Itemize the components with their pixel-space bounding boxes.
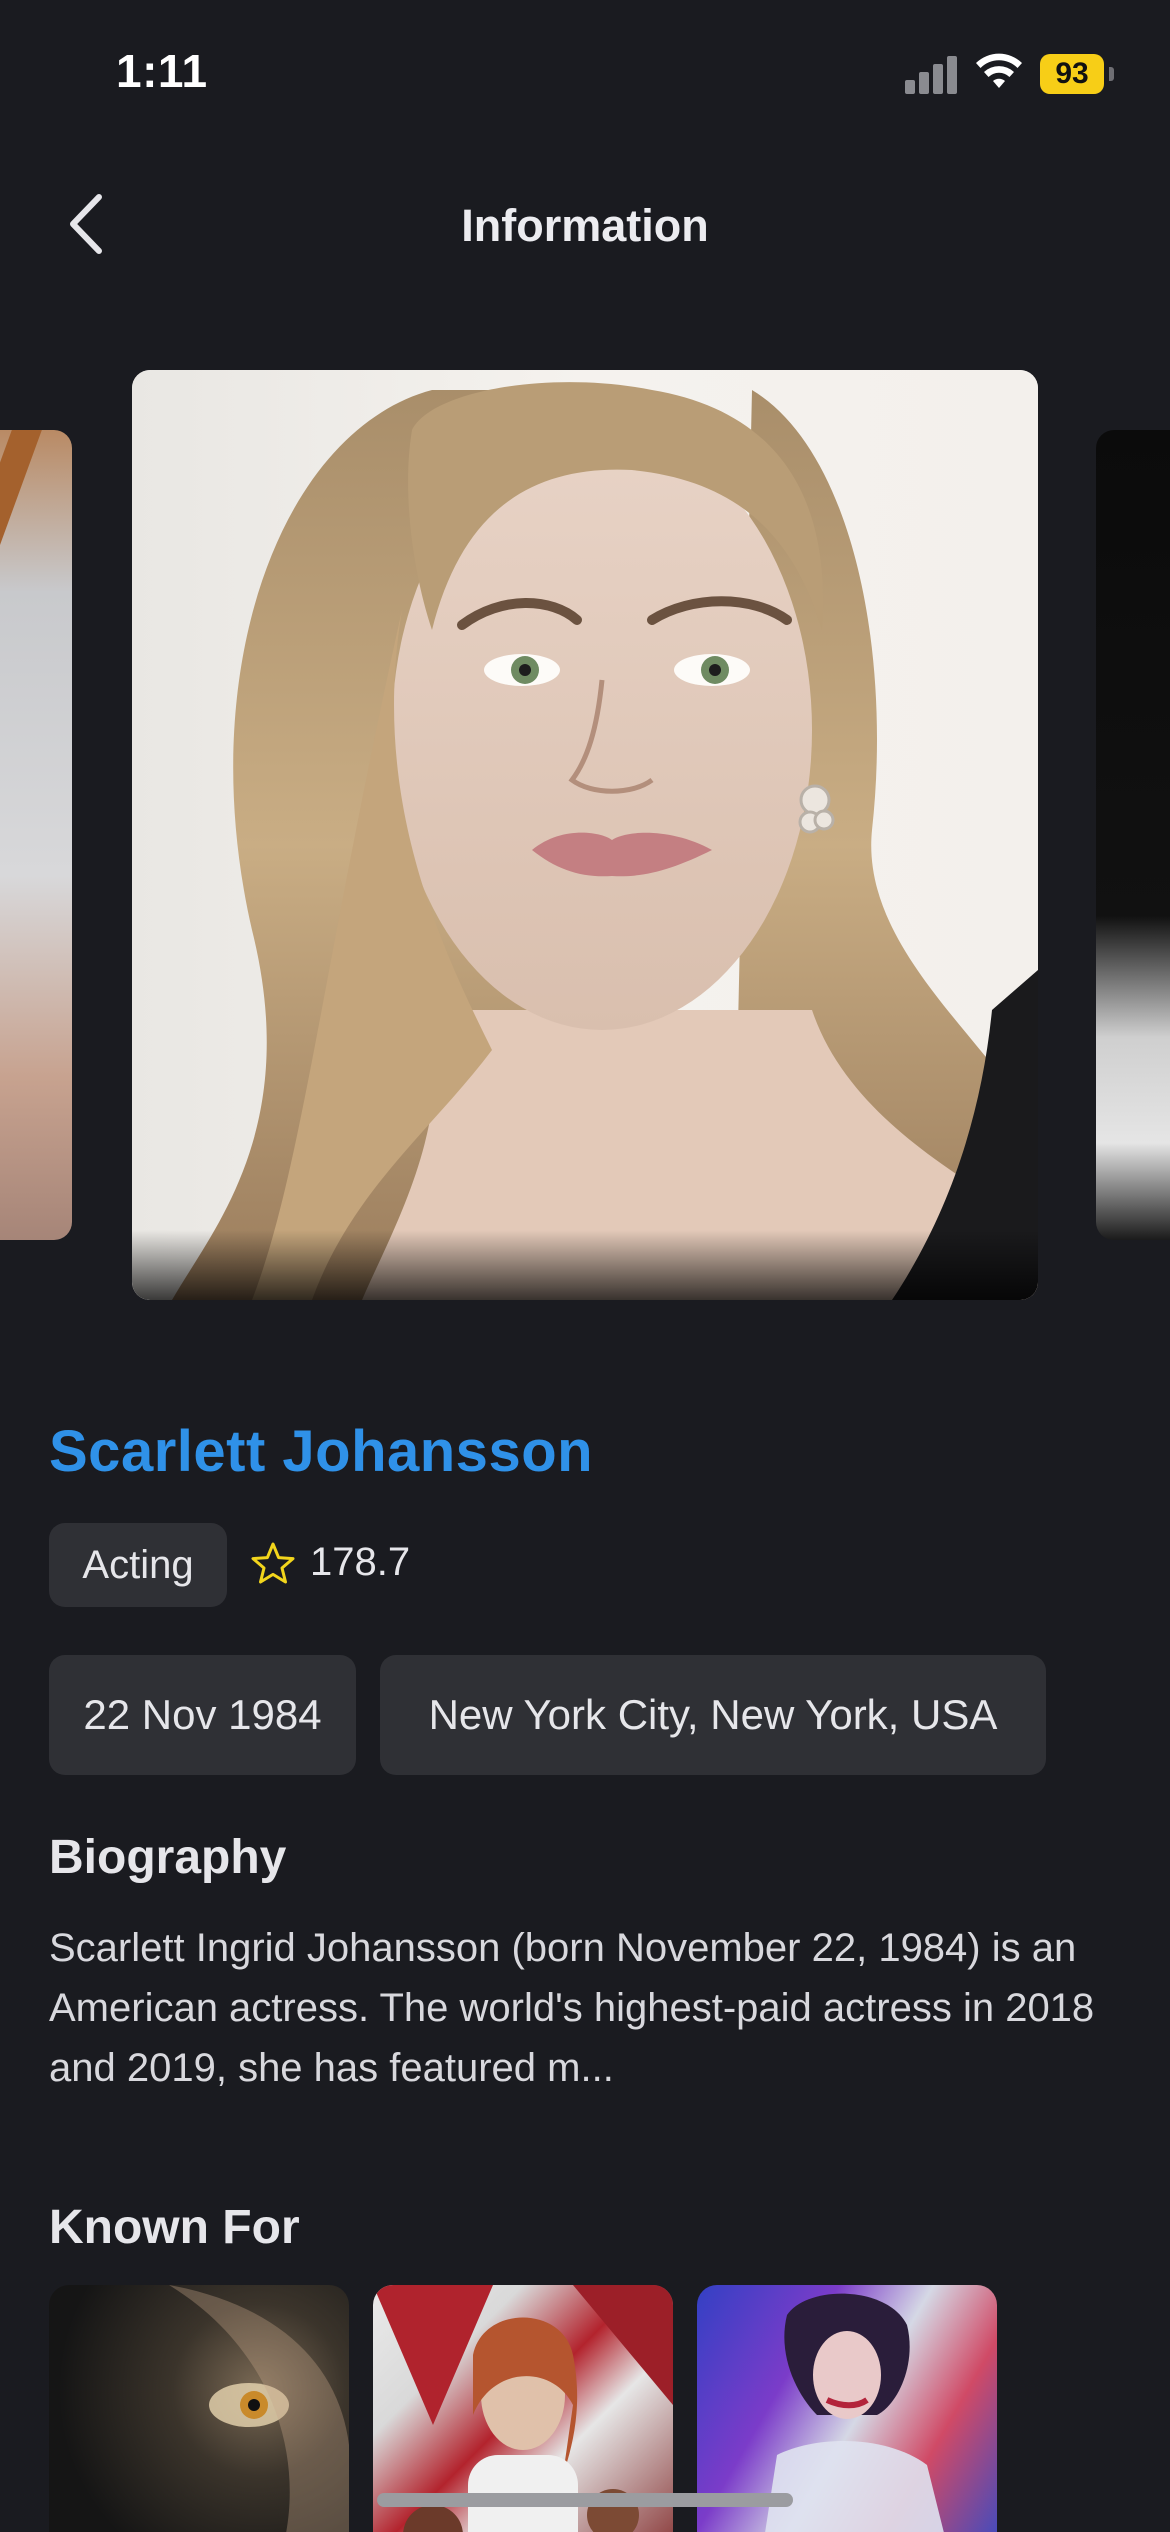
biography-text[interactable]: Scarlett Ingrid Johansson (born November… bbox=[49, 1918, 1129, 2098]
page-title: Information bbox=[461, 200, 709, 251]
profile-photo[interactable] bbox=[132, 370, 1038, 1300]
popularity-value: 178.7 bbox=[310, 1540, 411, 1584]
battery-icon: 93 bbox=[1040, 54, 1114, 94]
biography-title: Biography bbox=[49, 1831, 287, 1884]
battery-level: 93 bbox=[1040, 54, 1104, 94]
birthplace-chip: New York City, New York, USA bbox=[380, 1655, 1046, 1775]
birthday-chip: 22 Nov 1984 bbox=[49, 1655, 356, 1775]
poster-image bbox=[169, 2285, 349, 2532]
status-bar: 1:11 93 bbox=[0, 0, 1170, 150]
screen: 1:11 93 Information Scarlett Johansson A… bbox=[0, 0, 1170, 2532]
photo-carousel[interactable] bbox=[0, 370, 1170, 1300]
cellular-signal-icon bbox=[905, 56, 957, 94]
popularity-rating: 178.7 bbox=[250, 1540, 410, 1585]
department-chip: Acting bbox=[49, 1523, 227, 1607]
status-time: 1:11 bbox=[116, 45, 208, 97]
home-indicator[interactable] bbox=[377, 2493, 793, 2507]
star-icon bbox=[251, 1542, 295, 1583]
nav-bar: Information bbox=[0, 170, 1170, 280]
portrait-image bbox=[132, 370, 1038, 1300]
person-name: Scarlett Johansson bbox=[49, 1419, 594, 1484]
profile-photo-previous[interactable] bbox=[0, 430, 72, 1240]
known-for-title: Known For bbox=[49, 2201, 300, 2254]
profile-photo-next[interactable] bbox=[1096, 430, 1170, 1240]
known-for-poster[interactable] bbox=[49, 2285, 349, 2532]
wifi-icon bbox=[976, 53, 1022, 88]
